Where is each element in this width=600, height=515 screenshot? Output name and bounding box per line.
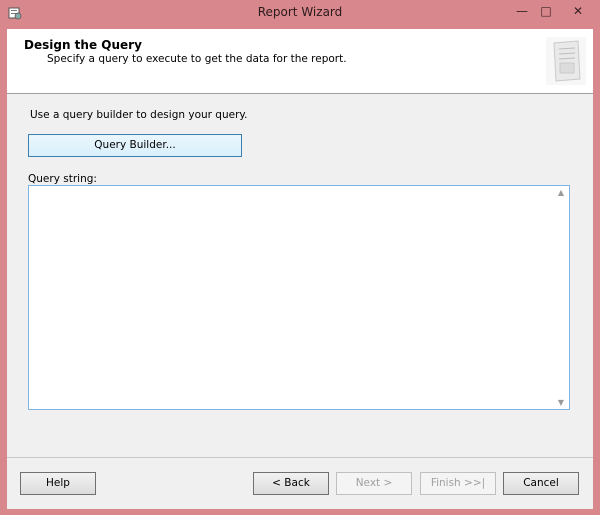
query-string-textarea[interactable]: ▲ ▼ xyxy=(28,185,570,410)
instruction-text: Use a query builder to design your query… xyxy=(30,109,248,121)
page-subtitle: Specify a query to execute to get the da… xyxy=(47,53,347,65)
wizard-client-area: Design the Query Specify a query to exec… xyxy=(7,29,593,509)
finish-button[interactable]: Finish >>| xyxy=(420,472,496,495)
back-button[interactable]: < Back xyxy=(253,472,329,495)
scroll-down-icon[interactable]: ▼ xyxy=(556,398,566,407)
query-builder-button[interactable]: Query Builder... xyxy=(28,134,242,157)
footer-divider xyxy=(7,457,593,458)
wizard-header: Design the Query Specify a query to exec… xyxy=(7,29,593,94)
page-title: Design the Query xyxy=(24,38,142,52)
report-wizard-window: Report Wizard — □ ✕ Design the Query Spe… xyxy=(0,0,600,515)
minimize-button[interactable]: — xyxy=(512,0,532,22)
title-bar[interactable]: Report Wizard — □ ✕ xyxy=(0,0,600,27)
query-string-label: Query string: xyxy=(28,173,97,185)
report-document-icon xyxy=(546,37,586,85)
close-button[interactable]: ✕ xyxy=(562,0,594,22)
scroll-up-icon[interactable]: ▲ xyxy=(556,188,566,197)
window-title: Report Wizard xyxy=(257,5,343,19)
maximize-button[interactable]: □ xyxy=(536,0,556,22)
cancel-button[interactable]: Cancel xyxy=(503,472,579,495)
next-button[interactable]: Next > xyxy=(336,472,412,495)
help-button[interactable]: Help xyxy=(20,472,96,495)
